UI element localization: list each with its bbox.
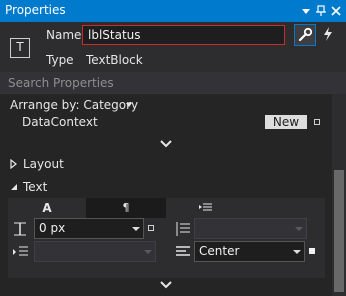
expanded-triangle-icon[interactable] — [10, 183, 18, 191]
wrench-icon — [298, 27, 313, 42]
close-icon[interactable] — [330, 5, 342, 17]
lightning-bolt-icon — [324, 27, 332, 41]
arrange-by-label[interactable]: Arrange by: Category — [10, 98, 138, 112]
datacontext-label: DataContext — [22, 115, 98, 129]
text-alignment-value: Center — [199, 244, 240, 258]
line-height-combo[interactable] — [194, 218, 307, 239]
type-value: TextBlock — [86, 53, 143, 67]
properties-view-button[interactable] — [294, 24, 316, 46]
alignment-set-marker[interactable] — [309, 248, 315, 254]
events-view-button[interactable] — [318, 24, 340, 46]
scrollbar-thumb[interactable] — [334, 170, 344, 292]
font-tab-glyph: A — [42, 201, 52, 215]
search-input[interactable] — [0, 72, 346, 94]
line-height-icon — [176, 222, 190, 236]
font-size-value: 0 px — [39, 221, 66, 235]
tab-indent[interactable] — [166, 198, 246, 218]
tab-font[interactable]: A — [8, 198, 86, 218]
pin-icon[interactable] — [315, 5, 327, 17]
textblock-type-icon: T — [10, 38, 30, 58]
chevron-down-icon[interactable] — [159, 280, 173, 290]
font-size-combo[interactable]: 0 px — [34, 218, 144, 239]
arrange-dropdown-icon[interactable] — [125, 102, 133, 108]
collapsed-triangle-icon[interactable] — [10, 159, 18, 169]
indent-icon — [199, 203, 212, 211]
property-grid: Arrange by: Category DataContext New Lay… — [0, 94, 332, 296]
new-datacontext-button[interactable]: New — [265, 115, 307, 129]
text-alignment-icon — [176, 246, 190, 256]
name-label: Name — [46, 28, 82, 42]
text-properties: 0 px Center — [8, 218, 325, 278]
paragraph-spacing-combo[interactable] — [34, 241, 156, 262]
dropdown-arrow-icon — [295, 227, 303, 231]
font-size-advanced-marker[interactable] — [148, 225, 154, 231]
dropdown-arrow-icon[interactable] — [300, 5, 312, 17]
advanced-options-marker[interactable] — [314, 119, 320, 125]
chevron-down-icon[interactable] — [159, 139, 173, 149]
dropdown-arrow-icon — [132, 227, 140, 231]
title-bar: Properties — [0, 0, 346, 22]
search-bar — [0, 72, 346, 94]
text-alignment-combo[interactable]: Center — [194, 241, 305, 262]
font-size-icon — [14, 222, 26, 236]
vertical-scrollbar[interactable] — [332, 94, 346, 296]
dropdown-arrow-icon — [293, 250, 301, 254]
tab-paragraph[interactable]: ¶ — [86, 198, 166, 218]
dropdown-arrow-icon — [144, 250, 152, 254]
paragraph-tab-glyph: ¶ — [122, 201, 130, 214]
window-title: Properties — [5, 3, 66, 17]
paragraph-spacing-icon — [13, 246, 28, 256]
type-label: Type — [46, 53, 74, 67]
properties-header: T Name Type TextBlock — [0, 22, 346, 72]
section-text[interactable]: Text — [23, 180, 47, 194]
name-field[interactable] — [82, 25, 285, 45]
text-tabs: A ¶ — [8, 198, 325, 218]
section-layout[interactable]: Layout — [23, 157, 64, 171]
